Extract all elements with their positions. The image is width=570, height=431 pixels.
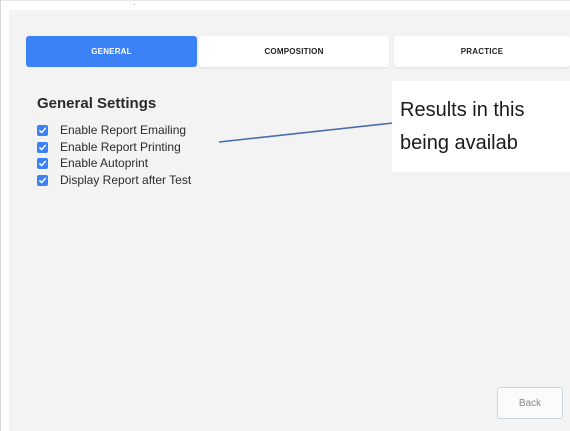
callout-text: Results in this being availab — [400, 94, 570, 160]
annotation-callout: Results in this being availab — [392, 81, 570, 172]
callout-line-2: being availab — [400, 132, 518, 154]
callout-connector-line — [218, 122, 394, 143]
callout-line-1: Results in this — [400, 99, 525, 121]
screen: GENERAL COMPOSITION PRACTICE General Set… — [0, 0, 570, 431]
